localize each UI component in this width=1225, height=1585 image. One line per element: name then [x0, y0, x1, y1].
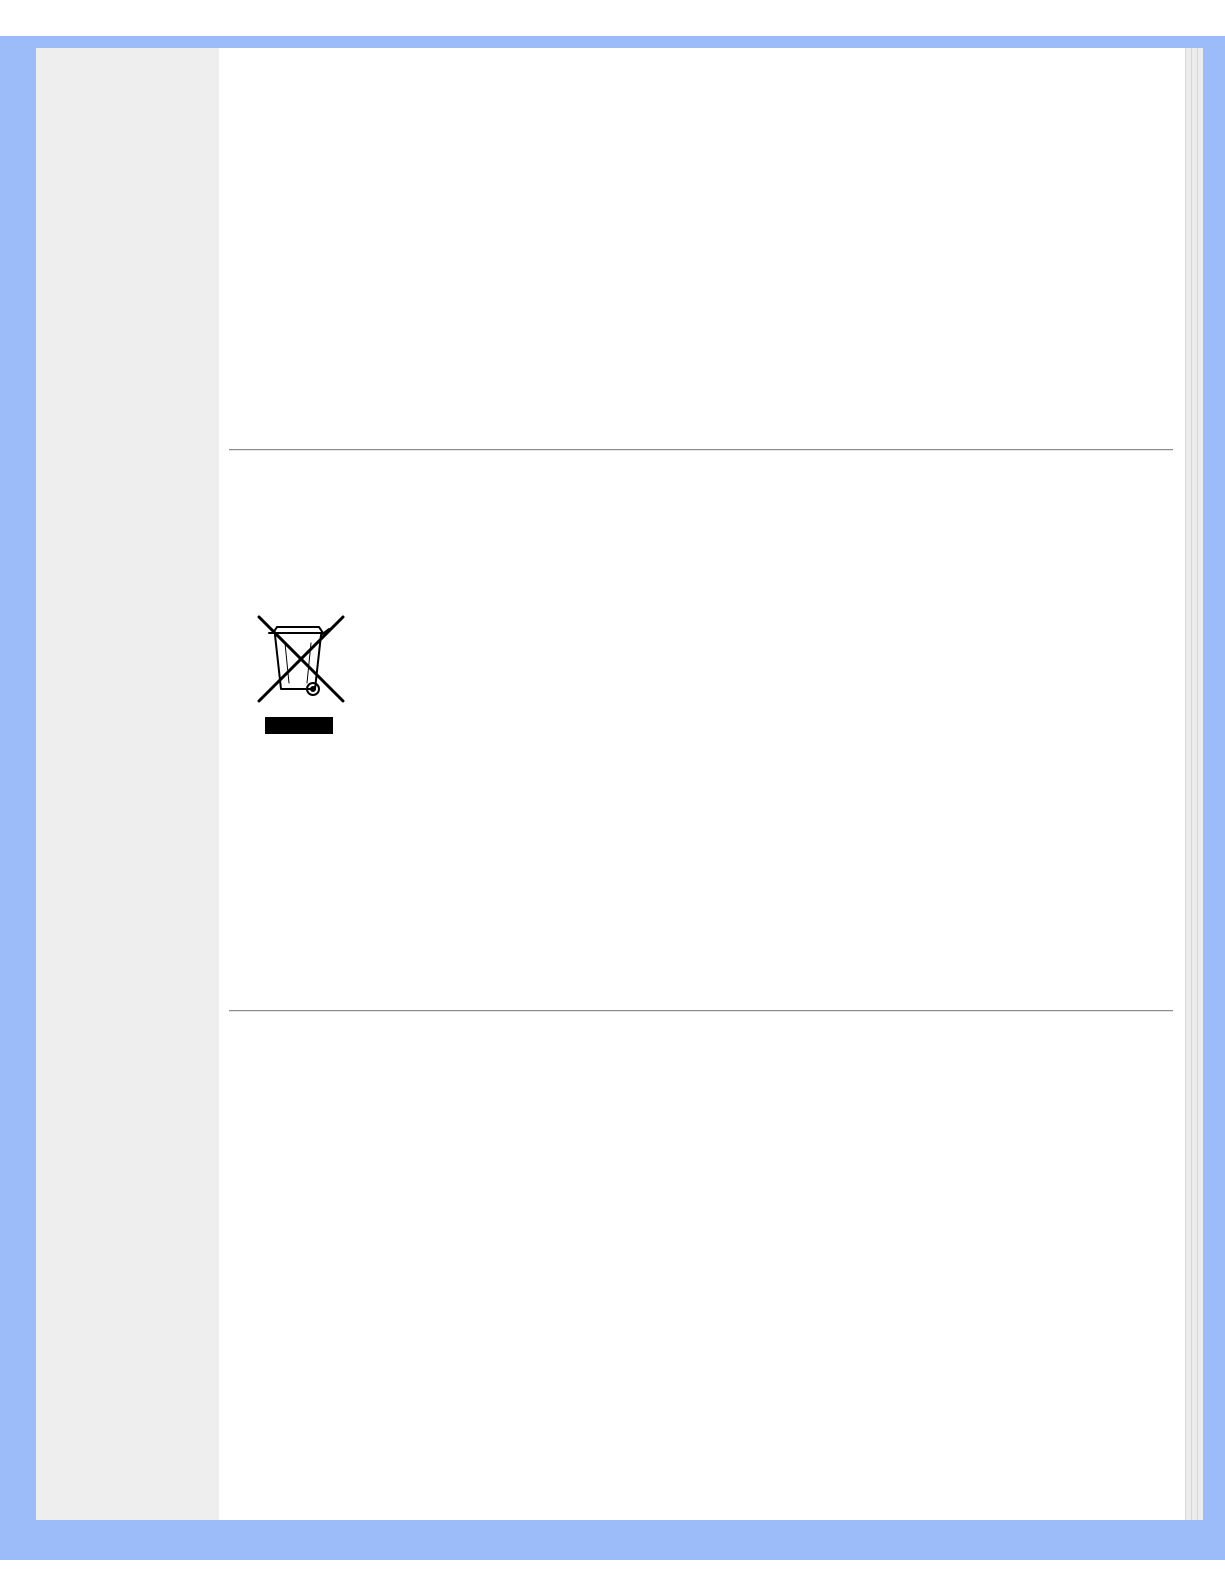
main-content [219, 48, 1185, 1520]
scrollbar-track-line [1197, 48, 1198, 1520]
scrollbar-track-line [1191, 48, 1192, 1520]
horizontal-divider [229, 449, 1173, 451]
left-sidebar [36, 48, 219, 1520]
crossed-out-wheelie-bin-icon [257, 615, 345, 734]
horizontal-divider [229, 1010, 1173, 1012]
vertical-scrollbar[interactable] [1185, 48, 1203, 1520]
weee-bar [265, 717, 333, 734]
